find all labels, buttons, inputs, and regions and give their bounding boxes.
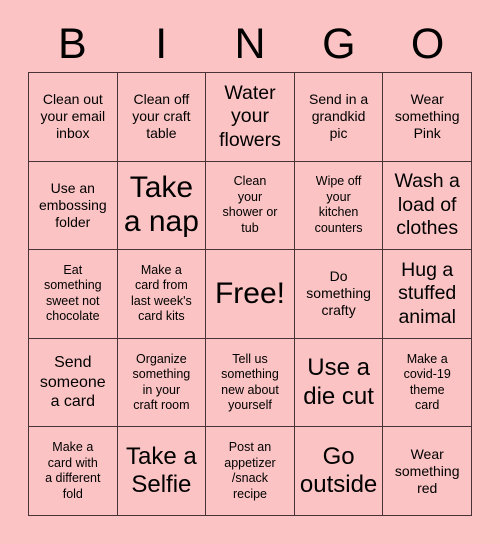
bingo-cell-r1c1[interactable]: Clean out your email inbox: [29, 73, 118, 162]
bingo-cell-r5c2[interactable]: Take a Selfie: [117, 427, 207, 516]
header-letter-g: G: [322, 20, 356, 68]
bingo-cell-label: Water your flowers: [219, 81, 281, 151]
header-letter-o: O: [410, 20, 445, 68]
bingo-cell-r2c3[interactable]: Clean your shower or tub: [206, 161, 295, 251]
bingo-cell-label: Clean out your email inbox: [40, 91, 106, 142]
bingo-cell-r3c2[interactable]: Make a card from last week's card kits: [117, 250, 207, 339]
bingo-cell-r2c2[interactable]: Take a nap: [117, 161, 207, 251]
bingo-cell-label: Wipe off your kitchen counters: [314, 174, 363, 235]
bingo-cell-r1c4[interactable]: Send in a grandkid pic: [294, 73, 384, 162]
bingo-grid: Clean out your email inbox Clean off your…: [28, 72, 472, 516]
header-letter-b: B: [58, 20, 87, 68]
bingo-cell-label: Post an appetizer /snack recipe: [224, 440, 276, 501]
bingo-cell-r3c3[interactable]: Free!: [206, 250, 295, 339]
bingo-cell-label: Do something crafty: [306, 268, 371, 319]
bingo-card: B I N G O Clean out your email inbox Clea…: [0, 0, 500, 544]
bingo-cell-r5c3[interactable]: Post an appetizer /snack recipe: [206, 427, 295, 516]
header-letter-i: I: [155, 20, 168, 68]
bingo-cell-label: Use an embossing folder: [38, 179, 107, 230]
bingo-cell-r5c4[interactable]: Go outside: [294, 427, 384, 516]
bingo-cell-label: Hug a stuffed animal: [398, 258, 457, 328]
bingo-cell-label: Organize something in your craft room: [132, 351, 191, 413]
bingo-cell-label: Go outside: [299, 442, 378, 499]
bingo-cell-label: Make a card with a different fold: [45, 440, 101, 501]
bingo-cell-r4c1[interactable]: Send someone a card: [29, 338, 118, 428]
bingo-cell-r1c2[interactable]: Clean off your craft table: [117, 73, 207, 162]
bingo-cell-label: Tell us something new about yourself: [221, 351, 279, 413]
bingo-cell-r2c5[interactable]: Wash a load of clothes: [383, 161, 472, 251]
bingo-cell-label: Send someone a card: [39, 354, 106, 411]
bingo-cell-label: Clean off your craft table: [132, 91, 191, 142]
bingo-cell-r1c3[interactable]: Water your flowers: [206, 73, 295, 162]
bingo-cell-r2c4[interactable]: Wipe off your kitchen counters: [294, 161, 384, 251]
bingo-cell-r1c5[interactable]: Wear something Pink: [383, 73, 472, 162]
bingo-cell-label: Wash a load of clothes: [394, 170, 460, 240]
bingo-cell-r3c5[interactable]: Hug a stuffed animal: [383, 250, 472, 339]
bingo-cell-label: Wear something Pink: [394, 91, 460, 142]
bingo-cell-label: Send in a grandkid pic: [309, 91, 369, 142]
bingo-cell-r5c5[interactable]: Wear something red: [383, 427, 472, 516]
bingo-cell-label: Free!: [214, 276, 285, 310]
bingo-header: B I N G O: [28, 16, 472, 72]
bingo-cell-label: Take a nap: [123, 171, 199, 239]
bingo-cell-r3c4[interactable]: Do something crafty: [294, 250, 384, 339]
bingo-cell-label: Take a Selfie: [126, 442, 197, 499]
bingo-cell-label: Make a card from last week's card kits: [131, 262, 192, 324]
bingo-cell-label: Make a covid-19 theme card: [403, 351, 451, 413]
bingo-cell-r3c1[interactable]: Eat something sweet not chocolate: [29, 250, 118, 339]
bingo-cell-label: Eat something sweet not chocolate: [43, 262, 102, 324]
header-letter-n: N: [234, 20, 266, 68]
bingo-cell-r4c2[interactable]: Organize something in your craft room: [117, 338, 207, 428]
bingo-cell-label: Wear something red: [394, 445, 460, 496]
bingo-cell-r4c4[interactable]: Use a die cut: [294, 338, 384, 428]
bingo-cell-r4c3[interactable]: Tell us something new about yourself: [206, 338, 295, 428]
bingo-cell-label: Use a die cut: [303, 354, 374, 410]
bingo-cell-r5c1[interactable]: Make a card with a different fold: [29, 427, 118, 516]
bingo-cell-label: Clean your shower or tub: [222, 174, 278, 235]
bingo-cell-r2c1[interactable]: Use an embossing folder: [29, 161, 118, 251]
bingo-cell-r4c5[interactable]: Make a covid-19 theme card: [383, 338, 472, 428]
